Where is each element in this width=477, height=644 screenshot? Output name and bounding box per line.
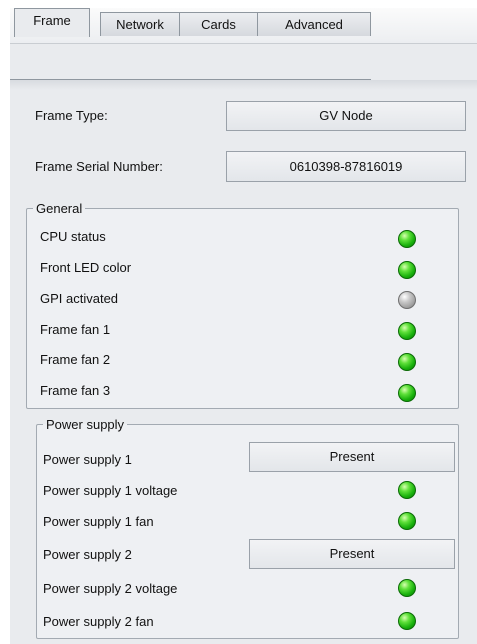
frame-fan-2-label: Frame fan 2 [40,352,111,367]
tab-network[interactable]: Network [100,12,180,36]
frame-fan-1-label: Frame fan 1 [40,322,111,337]
frame-type-label: Frame Type: [35,108,108,123]
frame-fan-3-led-icon [398,384,416,402]
power-supply-1-fan-led-icon [398,512,416,530]
frame-fan-3-label: Frame fan 3 [40,383,111,398]
front-led-color-label: Front LED color [40,260,132,275]
cpu-status-label: CPU status [40,229,106,244]
tab-cards[interactable]: Cards [179,12,258,36]
panel-top-shade [10,80,477,90]
general-legend: General [36,201,83,216]
front-led-color-led-icon [398,261,416,279]
frame-type-field: GV Node [226,101,466,131]
power-supply-2-label: Power supply 2 [43,547,132,562]
power-supply-2-voltage-led-icon [398,579,416,597]
power-supply-1-label: Power supply 1 [43,452,132,467]
tab-bar [10,44,477,80]
power-supply-legend: Power supply [46,417,125,432]
frame-fan-1-led-icon [398,322,416,340]
gpi-activated-led-icon [398,291,416,309]
power-supply-1-field: Present [249,442,455,472]
power-supply-2-voltage-label: Power supply 2 voltage [43,581,178,596]
power-supply-2-fan-label: Power supply 2 fan [43,614,154,629]
power-supply-1-fan-label: Power supply 1 fan [43,514,154,529]
frame-serial-label: Frame Serial Number: [35,159,163,174]
power-supply-2-field: Present [249,539,455,569]
power-supply-1-voltage-led-icon [398,481,416,499]
frame-serial-field: 0610398-87816019 [226,151,466,182]
tab-frame[interactable]: Frame [14,8,90,37]
power-supply-2-fan-led-icon [398,612,416,630]
frame-fan-2-led-icon [398,353,416,371]
gpi-activated-label: GPI activated [40,291,119,306]
tab-advanced[interactable]: Advanced [257,12,371,36]
cpu-status-led-icon [398,230,416,248]
power-supply-1-voltage-label: Power supply 1 voltage [43,483,178,498]
